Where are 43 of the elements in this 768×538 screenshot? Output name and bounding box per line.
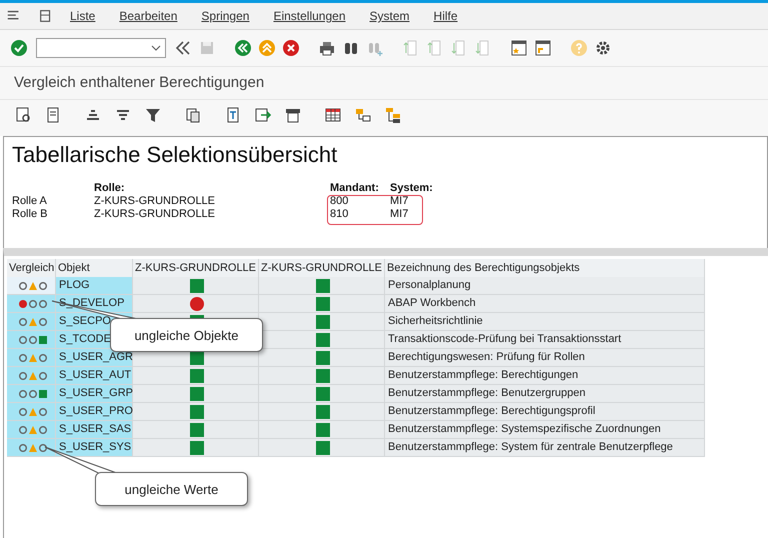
menu-item[interactable]: System: [370, 9, 410, 23]
column-header[interactable]: Z-KURS-GRUNDROLLE: [133, 259, 259, 277]
section-title: Tabellarische Selektionsübersicht: [12, 142, 338, 168]
description-cell: ABAP Workbench: [385, 295, 705, 313]
menu-item[interactable]: Hilfe: [434, 9, 458, 23]
object-cell: PLOG: [56, 277, 133, 295]
description-cell: Transaktionscode-Prüfung bei Transaktionsstart: [385, 331, 705, 349]
object-cell: S_USER_AUT: [56, 367, 133, 385]
object-cell: S_USER_PRO: [56, 403, 133, 421]
description-cell: Benutzerstammpflege: System für zentrale Benutzerpflege: [385, 439, 705, 457]
column-label: System:: [390, 182, 434, 195]
description-cell: Sicherheitsrichtlinie: [385, 313, 705, 331]
menu-item[interactable]: Einstellungen: [273, 9, 346, 23]
client-number: 800: [330, 195, 350, 208]
role-name: Z-KURS-GRUNDROLLE: [94, 208, 216, 221]
object-cell: S_USER_AGR: [56, 349, 133, 367]
description-cell: Berechtigungswesen: Prüfung für Rollen: [385, 349, 705, 367]
client-number: 810: [330, 208, 350, 221]
system-id: MI7: [390, 208, 410, 221]
row-label: Rolle B: [12, 208, 48, 221]
row-label: Rolle A: [12, 195, 48, 208]
object-cell: S_USER_SYS: [56, 439, 133, 457]
description-cell: Personalplanung: [385, 277, 705, 295]
object-cell: S_USER_GRP: [56, 385, 133, 403]
column-label: Mandant:: [330, 182, 380, 195]
column-header[interactable]: Vergleich: [7, 259, 56, 277]
description-cell: Benutzerstammpflege: Berechtigungsprofil: [385, 403, 705, 421]
menu-item[interactable]: Springen: [201, 9, 250, 23]
object-cell: S_USER_SAS: [56, 421, 133, 439]
column-header[interactable]: Objekt: [56, 259, 133, 277]
callout: ungleiche Werte: [95, 472, 248, 506]
description-cell: Benutzerstammpflege: Benutzergruppen: [385, 385, 705, 403]
menu-item[interactable]: Liste: [70, 9, 96, 23]
column-header[interactable]: Bezeichnung des Berechtigungsobjekts: [385, 259, 705, 277]
menu-item[interactable]: Bearbeiten: [119, 9, 178, 23]
description-cell: Benutzerstammpflege: Berechtigungen: [385, 367, 705, 385]
role-name: Z-KURS-GRUNDROLLE: [94, 195, 216, 208]
column-label: Rolle:: [94, 182, 126, 195]
screen-title: Vergleich enthaltener Berechtigungen: [14, 74, 264, 91]
description-cell: Benutzerstammpflege: Systemspezifische Zuordnungen: [385, 421, 705, 439]
column-header[interactable]: Z-KURS-GRUNDROLLE: [259, 259, 385, 277]
object-cell: S_DEVELOP: [56, 295, 133, 313]
system-id: MI7: [390, 195, 410, 208]
